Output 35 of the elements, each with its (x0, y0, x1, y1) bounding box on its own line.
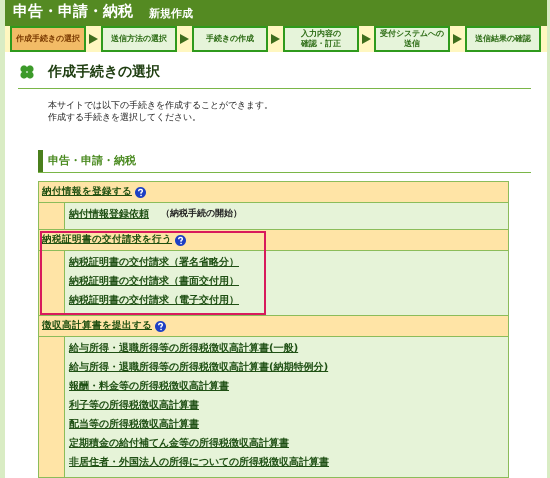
arrow-icon (89, 34, 98, 44)
group-link[interactable]: 納付情報を登録する (42, 184, 132, 200)
help-icon[interactable] (135, 186, 146, 198)
section-marker (38, 150, 43, 172)
intro-text: 作成する手続きを選択してください。 (48, 112, 202, 124)
arrow-icon (271, 34, 280, 44)
procedure-link[interactable]: 納付情報登録依頼 (69, 207, 149, 222)
procedure-link[interactable]: 給与所得・退職所得等の所得税徴収高計算書(納期特例分) (69, 360, 328, 375)
step-label-line: 入力内容の (301, 28, 341, 38)
procedure-link[interactable]: 給与所得・退職所得等の所得税徴収高計算書(一般) (69, 341, 298, 356)
arrow-icon (453, 34, 462, 44)
procedure-link[interactable]: 利子等の所得税徴収高計算書 (69, 398, 199, 413)
procedure-link[interactable]: 納税証明書の交付請求（書面交付用） (69, 274, 239, 289)
group-link[interactable]: 徴収高計算書を提出する (42, 318, 152, 334)
step-label-line: 送信 (404, 38, 420, 48)
help-icon[interactable] (155, 320, 166, 332)
procedure-link[interactable]: 報酬・料金等の所得税徴収高計算書 (69, 379, 229, 394)
procedure-link[interactable]: 納税証明書の交付請求（電子交付用） (69, 293, 239, 308)
step-label-line: 受付システムへの (380, 28, 444, 38)
arrow-icon (362, 34, 371, 44)
section-title: 申告・申請・納税 (47, 152, 136, 168)
header-subtitle: 新規作成 (149, 8, 193, 18)
page-title: 作成手続きの選択 (48, 62, 160, 82)
procedure-link[interactable]: 非居住者・外国法人の所得についての所得税徴収高計算書 (69, 455, 329, 470)
clover-icon (18, 63, 36, 81)
header-title: 申告・申請・納税 (13, 4, 133, 18)
help-icon[interactable] (175, 234, 186, 246)
step-label-line: 確認・訂正 (301, 38, 341, 48)
intro-text: 本サイトでは以下の手続きを作成することができます。 (48, 100, 274, 112)
procedure-link[interactable]: 定期積金の給付補てん金等の所得税徴収高計算書 (69, 436, 289, 451)
procedure-link[interactable]: 配当等の所得税徴収高計算書 (69, 417, 199, 432)
arrow-icon (180, 34, 189, 44)
link-note: （納税手続の開始） (161, 208, 242, 221)
group-link[interactable]: 納税証明書の交付請求を行う (42, 232, 172, 248)
procedure-link[interactable]: 納税証明書の交付請求（署名省略分） (69, 255, 239, 270)
